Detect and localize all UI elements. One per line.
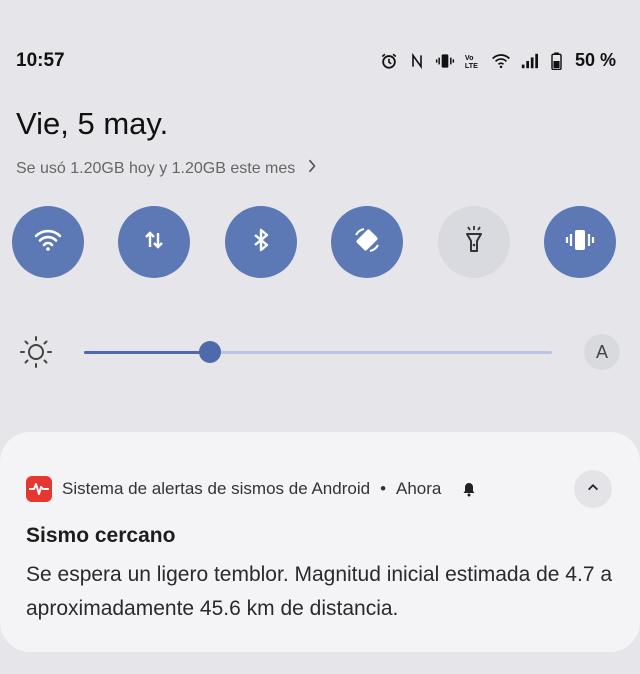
brightness-slider-fill [84, 351, 211, 354]
vibrate-icon [563, 223, 597, 262]
wifi-icon [491, 51, 511, 71]
header-separator: • [380, 479, 387, 498]
notification-header: Sistema de alertas de sismos de Android … [26, 476, 477, 502]
bluetooth-toggle[interactable] [224, 206, 297, 278]
data-usage-row[interactable]: Se usó 1.20GB hoy y 1.20GB este mes [16, 157, 317, 181]
mobile-data-toggle[interactable] [118, 206, 191, 278]
brightness-sun-icon [18, 334, 54, 370]
date-label: Vie, 5 may. [16, 106, 169, 141]
bluetooth-icon [244, 223, 278, 262]
nfc-icon [407, 51, 427, 71]
notification-body: Se espera un ligero temblor. Magnitud in… [26, 563, 613, 620]
bell-icon [461, 481, 477, 497]
auto-brightness-button[interactable]: A [584, 334, 620, 370]
quick-settings-row [12, 206, 616, 278]
svg-text:LTE: LTE [465, 61, 478, 70]
battery-percentage: 50 % [574, 50, 616, 70]
app-name: Sistema de alertas de sismos de Android [62, 479, 371, 498]
flashlight-toggle[interactable] [437, 206, 510, 278]
chevron-up-icon [586, 480, 600, 499]
volte-icon: Vo LTE [463, 51, 483, 71]
status-bar: 10:57 Vo LTE 50 % [0, 0, 640, 120]
wifi-icon [31, 223, 65, 262]
status-icons: Vo LTE 50 % [379, 50, 616, 71]
vibrate-icon [435, 51, 455, 71]
earthquake-notification[interactable]: Sistema de alertas de sismos de Android … [0, 432, 640, 652]
auto-rotate-toggle[interactable] [331, 206, 404, 278]
brightness-row: A [0, 330, 640, 374]
alarm-icon [379, 51, 399, 71]
clock: 10:57 [16, 50, 65, 71]
notification-time: Ahora [396, 479, 442, 498]
sound-mode-toggle[interactable] [543, 206, 616, 278]
wifi-toggle[interactable] [12, 206, 84, 278]
collapse-button[interactable] [574, 470, 612, 508]
rotate-icon [350, 223, 384, 262]
battery-icon [547, 51, 567, 71]
brightness-slider-thumb[interactable] [199, 341, 222, 363]
brightness-slider[interactable] [84, 341, 552, 363]
data-transfer-icon [137, 223, 171, 262]
data-usage-text: Se usó 1.20GB hoy y 1.20GB este mes [16, 160, 296, 177]
chevron-right-icon [307, 157, 317, 181]
earthquake-alert-app-icon [26, 476, 52, 502]
signal-icon [519, 51, 539, 71]
flashlight-icon [457, 223, 491, 262]
notification-title: Sismo cercano [26, 524, 176, 547]
